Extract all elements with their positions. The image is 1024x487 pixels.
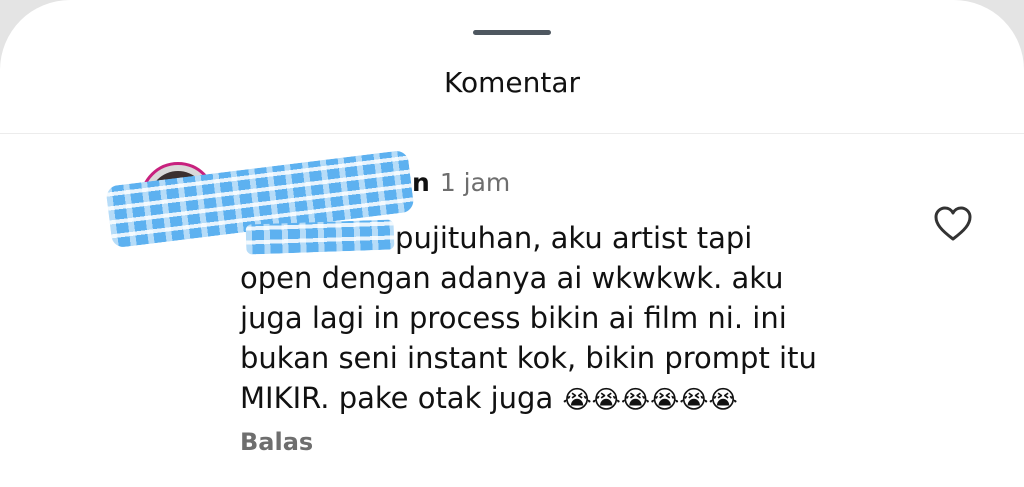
sheet-title: Komentar	[444, 66, 580, 99]
comment-line-5: MIKIR. pake otak juga	[240, 381, 563, 415]
commenter-username[interactable]: n	[412, 168, 430, 197]
comment-line-4: bukan seni instant kok, bikin prompt itu	[240, 341, 817, 375]
comment-line-1: pujituhan, aku artist tapi	[385, 221, 753, 255]
reply-button[interactable]: Balas	[240, 428, 313, 456]
like-button[interactable]	[933, 205, 973, 243]
mention-redaction	[245, 219, 395, 255]
heart-icon	[934, 206, 972, 241]
comment-header: n 1 jam	[412, 168, 510, 197]
comments-sheet: Komentar n1 jam ith pujituhan, aku artis…	[0, 0, 1024, 487]
header-divider	[0, 133, 1024, 134]
crying-emojis: 😭😭😭😭😭😭	[562, 385, 738, 414]
comment-time: 1 jam	[439, 168, 511, 197]
comment-line-3: juga lagi in process bikin ai film ni. i…	[240, 301, 787, 335]
comment-line-2: open dengan adanya ai wkwkwk. aku	[240, 261, 784, 295]
sheet-drag-handle[interactable]	[473, 30, 551, 35]
